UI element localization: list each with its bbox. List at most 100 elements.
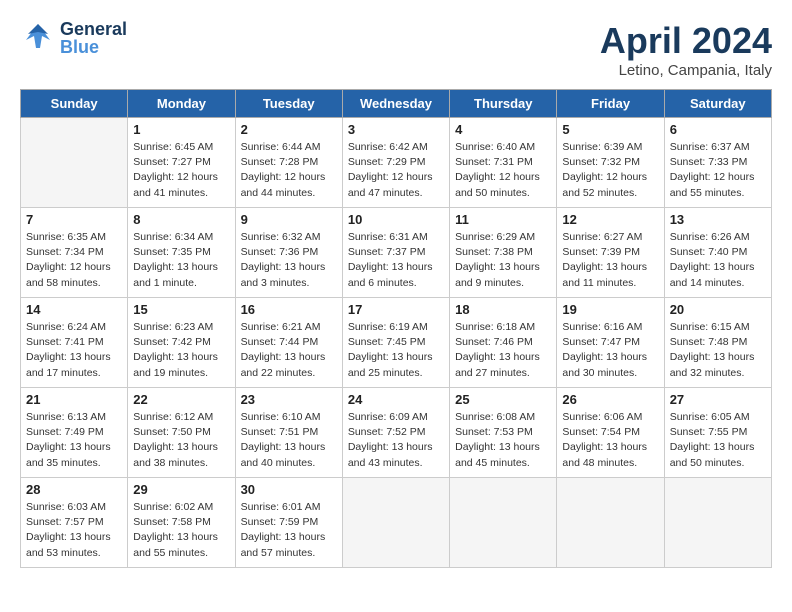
day-number: 4 <box>455 122 551 137</box>
day-number: 22 <box>133 392 229 407</box>
day-cell: 28 Sunrise: 6:03 AMSunset: 7:57 PMDayligh… <box>21 478 128 568</box>
day-cell <box>557 478 664 568</box>
header-friday: Friday <box>557 90 664 118</box>
week-row-2: 7 Sunrise: 6:35 AMSunset: 7:34 PMDaylight… <box>21 208 772 298</box>
day-cell: 29 Sunrise: 6:02 AMSunset: 7:58 PMDayligh… <box>128 478 235 568</box>
day-number: 12 <box>562 212 658 227</box>
logo-general: General <box>60 20 127 38</box>
day-number: 30 <box>241 482 337 497</box>
day-number: 17 <box>348 302 444 317</box>
header-tuesday: Tuesday <box>235 90 342 118</box>
day-number: 2 <box>241 122 337 137</box>
day-info: Sunrise: 6:27 AMSunset: 7:39 PMDaylight:… <box>562 230 658 291</box>
day-cell: 9 Sunrise: 6:32 AMSunset: 7:36 PMDaylight… <box>235 208 342 298</box>
day-info: Sunrise: 6:29 AMSunset: 7:38 PMDaylight:… <box>455 230 551 291</box>
day-number: 29 <box>133 482 229 497</box>
week-row-1: 1Sunrise: 6:45 AMSunset: 7:27 PMDaylight… <box>21 118 772 208</box>
day-info: Sunrise: 6:44 AMSunset: 7:28 PMDaylight:… <box>241 140 337 201</box>
day-cell: 30 Sunrise: 6:01 AMSunset: 7:59 PMDayligh… <box>235 478 342 568</box>
location: Letino, Campania, Italy <box>600 62 772 79</box>
day-number: 9 <box>241 212 337 227</box>
logo-blue: Blue <box>60 38 127 56</box>
day-info: Sunrise: 6:12 AMSunset: 7:50 PMDaylight:… <box>133 410 229 471</box>
day-info: Sunrise: 6:13 AMSunset: 7:49 PMDaylight:… <box>26 410 122 471</box>
day-cell <box>664 478 771 568</box>
day-cell: 24 Sunrise: 6:09 AMSunset: 7:52 PMDayligh… <box>342 388 449 478</box>
day-info: Sunrise: 6:08 AMSunset: 7:53 PMDaylight:… <box>455 410 551 471</box>
day-info: Sunrise: 6:45 AMSunset: 7:27 PMDaylight:… <box>133 140 229 201</box>
day-info: Sunrise: 6:35 AMSunset: 7:34 PMDaylight:… <box>26 230 122 291</box>
day-cell: 15 Sunrise: 6:23 AMSunset: 7:42 PMDayligh… <box>128 298 235 388</box>
calendar-table: Sunday Monday Tuesday Wednesday Thursday… <box>20 89 772 568</box>
day-number: 15 <box>133 302 229 317</box>
day-cell: 8Sunrise: 6:34 AMSunset: 7:35 PMDaylight… <box>128 208 235 298</box>
day-info: Sunrise: 6:23 AMSunset: 7:42 PMDaylight:… <box>133 320 229 381</box>
day-info: Sunrise: 6:01 AMSunset: 7:59 PMDaylight:… <box>241 500 337 561</box>
day-number: 24 <box>348 392 444 407</box>
day-cell: 4 Sunrise: 6:40 AMSunset: 7:31 PMDaylight… <box>450 118 557 208</box>
day-cell: 16 Sunrise: 6:21 AMSunset: 7:44 PMDayligh… <box>235 298 342 388</box>
day-info: Sunrise: 6:21 AMSunset: 7:44 PMDaylight:… <box>241 320 337 381</box>
day-info: Sunrise: 6:15 AMSunset: 7:48 PMDaylight:… <box>670 320 766 381</box>
week-row-5: 28 Sunrise: 6:03 AMSunset: 7:57 PMDayligh… <box>21 478 772 568</box>
day-cell: 1Sunrise: 6:45 AMSunset: 7:27 PMDaylight… <box>128 118 235 208</box>
day-cell: 20Sunrise: 6:15 AMSunset: 7:48 PMDayligh… <box>664 298 771 388</box>
day-cell: 21 Sunrise: 6:13 AMSunset: 7:49 PMDayligh… <box>21 388 128 478</box>
day-cell: 22 Sunrise: 6:12 AMSunset: 7:50 PMDayligh… <box>128 388 235 478</box>
day-info: Sunrise: 6:31 AMSunset: 7:37 PMDaylight:… <box>348 230 444 291</box>
day-number: 7 <box>26 212 122 227</box>
logo-text: General Blue <box>60 20 127 56</box>
day-cell <box>21 118 128 208</box>
day-number: 18 <box>455 302 551 317</box>
logo: General Blue <box>20 20 127 56</box>
day-info: Sunrise: 6:42 AMSunset: 7:29 PMDaylight:… <box>348 140 444 201</box>
day-info: Sunrise: 6:18 AMSunset: 7:46 PMDaylight:… <box>455 320 551 381</box>
day-number: 14 <box>26 302 122 317</box>
day-cell <box>450 478 557 568</box>
day-cell: 6Sunrise: 6:37 AMSunset: 7:33 PMDaylight… <box>664 118 771 208</box>
day-cell: 13 Sunrise: 6:26 AMSunset: 7:40 PMDayligh… <box>664 208 771 298</box>
day-info: Sunrise: 6:02 AMSunset: 7:58 PMDaylight:… <box>133 500 229 561</box>
title-block: April 2024 Letino, Campania, Italy <box>600 20 772 79</box>
day-info: Sunrise: 6:03 AMSunset: 7:57 PMDaylight:… <box>26 500 122 561</box>
day-info: Sunrise: 6:19 AMSunset: 7:45 PMDaylight:… <box>348 320 444 381</box>
day-number: 3 <box>348 122 444 137</box>
day-number: 13 <box>670 212 766 227</box>
day-cell: 17 Sunrise: 6:19 AMSunset: 7:45 PMDayligh… <box>342 298 449 388</box>
header-thursday: Thursday <box>450 90 557 118</box>
day-cell: 10Sunrise: 6:31 AMSunset: 7:37 PMDayligh… <box>342 208 449 298</box>
day-number: 19 <box>562 302 658 317</box>
day-cell: 18 Sunrise: 6:18 AMSunset: 7:46 PMDayligh… <box>450 298 557 388</box>
day-cell: 2 Sunrise: 6:44 AMSunset: 7:28 PMDaylight… <box>235 118 342 208</box>
day-info: Sunrise: 6:16 AMSunset: 7:47 PMDaylight:… <box>562 320 658 381</box>
day-cell: 12 Sunrise: 6:27 AMSunset: 7:39 PMDayligh… <box>557 208 664 298</box>
week-row-3: 14 Sunrise: 6:24 AMSunset: 7:41 PMDayligh… <box>21 298 772 388</box>
day-info: Sunrise: 6:40 AMSunset: 7:31 PMDaylight:… <box>455 140 551 201</box>
day-info: Sunrise: 6:09 AMSunset: 7:52 PMDaylight:… <box>348 410 444 471</box>
header-sunday: Sunday <box>21 90 128 118</box>
day-cell: 25Sunrise: 6:08 AMSunset: 7:53 PMDayligh… <box>450 388 557 478</box>
day-cell: 5Sunrise: 6:39 AMSunset: 7:32 PMDaylight… <box>557 118 664 208</box>
day-cell: 11 Sunrise: 6:29 AMSunset: 7:38 PMDayligh… <box>450 208 557 298</box>
day-cell <box>342 478 449 568</box>
day-number: 26 <box>562 392 658 407</box>
day-number: 21 <box>26 392 122 407</box>
day-cell: 23Sunrise: 6:10 AMSunset: 7:51 PMDayligh… <box>235 388 342 478</box>
day-info: Sunrise: 6:32 AMSunset: 7:36 PMDaylight:… <box>241 230 337 291</box>
day-number: 5 <box>562 122 658 137</box>
day-cell: 19 Sunrise: 6:16 AMSunset: 7:47 PMDayligh… <box>557 298 664 388</box>
day-info: Sunrise: 6:06 AMSunset: 7:54 PMDaylight:… <box>562 410 658 471</box>
day-cell: 14 Sunrise: 6:24 AMSunset: 7:41 PMDayligh… <box>21 298 128 388</box>
day-number: 27 <box>670 392 766 407</box>
week-row-4: 21 Sunrise: 6:13 AMSunset: 7:49 PMDayligh… <box>21 388 772 478</box>
day-number: 28 <box>26 482 122 497</box>
day-number: 16 <box>241 302 337 317</box>
day-number: 11 <box>455 212 551 227</box>
day-info: Sunrise: 6:10 AMSunset: 7:51 PMDaylight:… <box>241 410 337 471</box>
day-info: Sunrise: 6:26 AMSunset: 7:40 PMDaylight:… <box>670 230 766 291</box>
day-number: 8 <box>133 212 229 227</box>
day-info: Sunrise: 6:37 AMSunset: 7:33 PMDaylight:… <box>670 140 766 201</box>
header-monday: Monday <box>128 90 235 118</box>
day-info: Sunrise: 6:24 AMSunset: 7:41 PMDaylight:… <box>26 320 122 381</box>
day-cell: 7 Sunrise: 6:35 AMSunset: 7:34 PMDaylight… <box>21 208 128 298</box>
